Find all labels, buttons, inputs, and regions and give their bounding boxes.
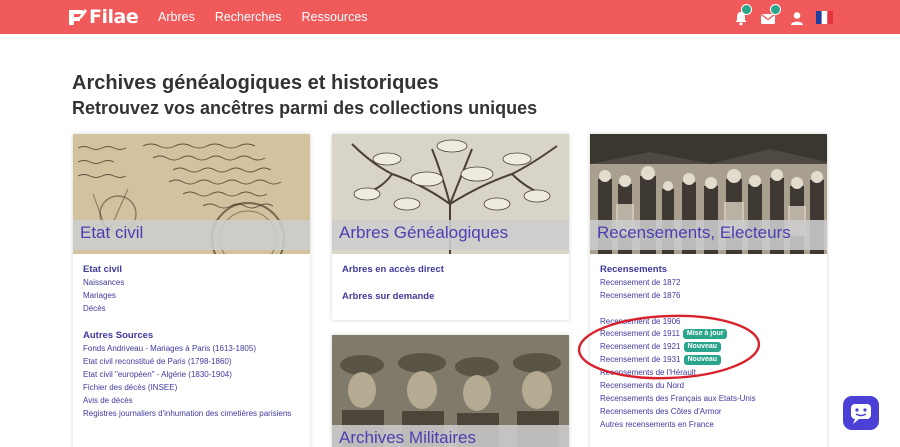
link-label: Recensement de 1921 xyxy=(600,342,681,351)
link-recensement-1906[interactable]: Recensement de 1906 xyxy=(600,317,681,326)
card-caption-text: Etat civil xyxy=(80,223,144,242)
card-archives-militaires: Archives Militaires xyxy=(332,335,569,447)
bell-notification-dot xyxy=(741,4,752,15)
mail-notification-dot xyxy=(770,4,781,15)
user-icon[interactable] xyxy=(788,9,806,27)
section-title-recensements[interactable]: Recensements xyxy=(600,264,667,275)
chat-assistant-button[interactable] xyxy=(843,396,879,430)
link-mariages[interactable]: Mariages xyxy=(83,291,116,300)
filae-logo[interactable]: Filae xyxy=(66,6,139,28)
page-title: Archives généalogiques et historiques xyxy=(72,72,439,94)
card-caption-recensements: Recensements, Electeurs xyxy=(590,220,827,250)
link-label: Recensement de 1911 xyxy=(600,329,680,338)
top-navbar: Filae Arbres Recherches Ressources xyxy=(0,0,900,34)
card-etat-civil: Etat civil Etat civil Naissances Mariage… xyxy=(73,134,310,447)
page-subtitle: Retrouvez vos ancêtres parmi des collect… xyxy=(72,98,538,118)
section-title-autres-sources[interactable]: Autres Sources xyxy=(83,330,153,341)
card-arbres-genealogiques: Arbres Généalogiques Arbres en accès dir… xyxy=(332,134,569,320)
link-naissances[interactable]: Naissances xyxy=(83,278,124,287)
link-recensement-1872[interactable]: Recensement de 1872 xyxy=(600,278,681,287)
link-etat-civil-algerie[interactable]: Etat civil "européen" - Algérie (1830-19… xyxy=(83,370,232,379)
link-etat-civil-paris[interactable]: Etat civil reconstitué de Paris (1798-18… xyxy=(83,357,232,366)
badge-nouveau: Nouveau xyxy=(683,355,722,365)
card-caption-militaires: Archives Militaires xyxy=(332,425,569,447)
section-title-etat-civil[interactable]: Etat civil xyxy=(83,264,122,275)
french-flag-icon[interactable] xyxy=(816,11,833,24)
link-autres-recensements[interactable]: Autres recensements en France xyxy=(600,420,714,429)
link-arbres-acces-direct[interactable]: Arbres en accès direct xyxy=(342,264,444,275)
link-deces[interactable]: Décès xyxy=(83,304,106,313)
badge-nouveau: Nouveau xyxy=(683,342,722,352)
link-arbres-sur-demande[interactable]: Arbres sur demande xyxy=(342,291,434,302)
badge-mise-a-jour: Mise à jour xyxy=(682,329,728,339)
filae-logo-icon xyxy=(69,9,87,25)
nav-link-arbres[interactable]: Arbres xyxy=(158,10,195,24)
link-recensement-1921[interactable]: Recensement de 1921 Nouveau xyxy=(600,342,722,352)
nav-link-recherches[interactable]: Recherches xyxy=(215,10,282,24)
link-recensements-etats-unis[interactable]: Recensements des Français aux Etats-Unis xyxy=(600,394,756,403)
link-fonds-andriveau[interactable]: Fonds Andriveau - Mariages à Paris (1613… xyxy=(83,344,256,353)
nav-link-ressources[interactable]: Ressources xyxy=(302,10,368,24)
card-recensements: Recensements, Electeurs Recensements Rec… xyxy=(590,134,827,447)
main-nav: Arbres Recherches Ressources xyxy=(158,0,388,34)
card-caption-text: Arbres Généalogiques xyxy=(339,223,509,242)
link-fichier-deces[interactable]: Fichier des décès (INSEE) xyxy=(83,383,177,392)
link-recensements-nord[interactable]: Recensements du Nord xyxy=(600,381,684,390)
card-caption-text: Recensements, Electeurs xyxy=(597,223,791,242)
link-recensements-cotes-armor[interactable]: Recensements des Côtes d'Armor xyxy=(600,407,722,416)
link-registres-inhumation[interactable]: Registres journaliers d'inhumation des c… xyxy=(83,409,291,418)
card-caption-arbres: Arbres Généalogiques xyxy=(332,220,569,250)
nav-icons xyxy=(728,0,840,34)
link-recensement-1876[interactable]: Recensement de 1876 xyxy=(600,291,681,300)
card-caption-text: Archives Militaires xyxy=(339,428,476,447)
link-avis-deces[interactable]: Avis de décès xyxy=(83,396,133,405)
link-label: Recensement de 1931 xyxy=(600,355,681,364)
brand-name: Filae xyxy=(89,6,139,28)
card-caption-etat-civil: Etat civil xyxy=(73,220,310,250)
link-recensements-herault[interactable]: Recensements de l'Hérault xyxy=(600,368,696,377)
chat-smile-icon xyxy=(851,404,871,424)
link-recensement-1931[interactable]: Recensement de 1931 Nouveau xyxy=(600,355,722,365)
link-recensement-1911[interactable]: Recensement de 1911 Mise à jour xyxy=(600,329,728,339)
